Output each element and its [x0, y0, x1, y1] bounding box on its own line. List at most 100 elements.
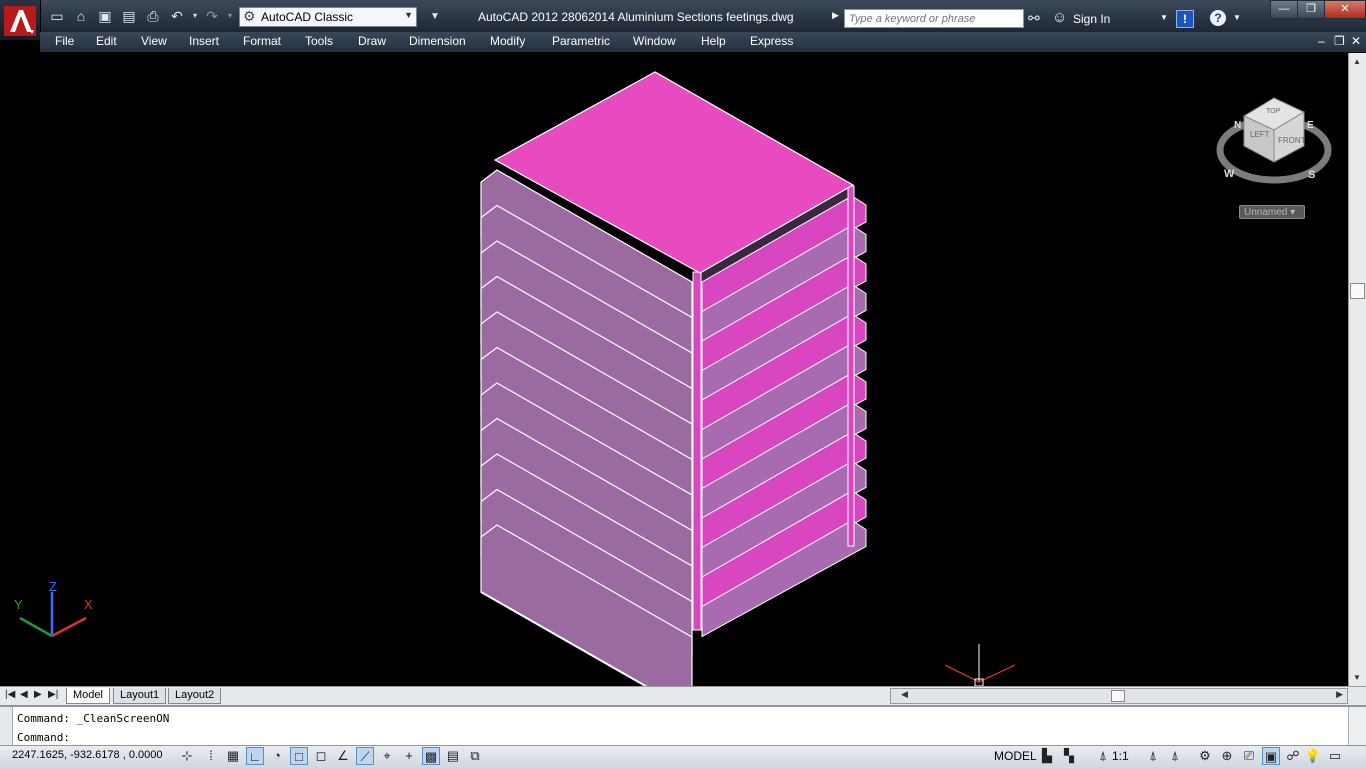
menu-dimension[interactable]: Dimension [409, 34, 466, 48]
annotation-scale-value[interactable]: 1:1 [1112, 749, 1129, 763]
3d-object-snap-icon[interactable]: ◻ [312, 747, 330, 765]
application-menu-button[interactable] [0, 0, 41, 40]
menu-draw[interactable]: Draw [358, 34, 386, 48]
command-scrollbar[interactable] [1348, 707, 1366, 745]
menu-express[interactable]: Express [750, 34, 793, 48]
plot-icon[interactable]: ⎙ [144, 8, 162, 24]
tab-model[interactable]: Model [66, 688, 110, 704]
help-dropdown-icon[interactable]: ▼ [1233, 13, 1241, 22]
save-icon[interactable]: ▣ [96, 8, 114, 24]
menu-modify[interactable]: Modify [490, 34, 525, 48]
compass-s-label[interactable]: S [1308, 169, 1315, 181]
close-button[interactable]: ✕ [1324, 0, 1366, 19]
transparency-icon[interactable]: ▩ [422, 747, 440, 765]
viewcube-left-label[interactable]: LEFT [1250, 130, 1270, 139]
horizontal-scroll-thumb[interactable] [1111, 690, 1125, 702]
customize-quick-access-icon[interactable]: ▼ [426, 8, 444, 26]
saveas-icon[interactable]: ▤ [120, 8, 138, 24]
search-input[interactable] [844, 9, 1024, 28]
vertical-scroll-thumb[interactable] [1350, 283, 1365, 299]
minimize-button[interactable]: — [1270, 0, 1298, 19]
workspace-select[interactable]: ⚙ AutoCAD Classic ▼ [239, 7, 417, 27]
user-icon[interactable]: ☺ [1052, 9, 1067, 26]
quick-view-layouts-icon[interactable]: ▙ [1038, 747, 1056, 765]
command-window: Command: _CleanScreenON Command: [0, 705, 1366, 747]
isolate-objects-icon[interactable]: ▣ [1262, 747, 1280, 765]
crosshair-cursor [944, 644, 1016, 687]
snap-mode-icon[interactable]: ⁞ [202, 747, 220, 765]
prev-tab-icon[interactable]: ◀ [20, 689, 28, 700]
lock-ui-icon[interactable]: ⊕ [1218, 747, 1236, 765]
quick-properties-icon[interactable]: ▤ [444, 747, 462, 765]
menu-help[interactable]: Help [701, 34, 726, 48]
search-expand-icon[interactable]: ▶ [832, 10, 839, 21]
scroll-left-icon[interactable]: ◀ [901, 689, 908, 700]
dynamic-input-icon[interactable]: ⌖ [378, 747, 396, 765]
undo-dropdown-icon[interactable]: ▾ [186, 8, 204, 24]
redo-icon[interactable]: ↷ [203, 8, 221, 24]
scroll-right-icon[interactable]: ▶ [1336, 689, 1343, 700]
scroll-up-icon[interactable]: ▲ [1353, 57, 1361, 66]
coordinates-display[interactable]: 2247.1625, -932.6178 , 0.0000 [12, 749, 162, 761]
menu-view[interactable]: View [141, 34, 167, 48]
doc-restore-button[interactable]: ❐ [1334, 34, 1345, 48]
maximize-button[interactable]: ❐ [1297, 0, 1325, 19]
workspace-switching-icon[interactable]: ⚙ [1196, 747, 1214, 765]
infer-constraints-icon[interactable]: ⊹ [178, 747, 196, 765]
compass-n-label[interactable]: N [1234, 120, 1241, 131]
model-space-toggle[interactable]: MODEL [994, 749, 1037, 763]
last-tab-icon[interactable]: ▶| [48, 689, 58, 700]
menu-format[interactable]: Format [243, 34, 281, 48]
front-corner-post [692, 271, 702, 631]
sign-in-dropdown-icon[interactable]: ▼ [1160, 13, 1168, 22]
lightbulb-icon[interactable]: 💡 [1304, 747, 1322, 765]
hardware-acceleration-icon[interactable]: ⎚ [1240, 747, 1258, 765]
vertical-scrollbar[interactable]: ▲ ▼ [1348, 53, 1366, 686]
sign-in-link[interactable]: Sign In [1073, 12, 1110, 26]
polar-tracking-icon[interactable]: ◔ [268, 747, 286, 765]
menu-parametric[interactable]: Parametric [552, 34, 610, 48]
communication-center-icon[interactable]: ☍ [1284, 747, 1302, 765]
help-icon[interactable]: ? [1210, 10, 1226, 26]
first-tab-icon[interactable]: |◀ [5, 689, 15, 700]
compass-w-label[interactable]: W [1224, 168, 1235, 180]
command-window-grip[interactable] [0, 707, 13, 745]
open-icon[interactable]: ⌂ [72, 8, 90, 24]
menu-edit[interactable]: Edit [96, 34, 117, 48]
annotation-scale-icon[interactable]: ⍋ [1094, 747, 1112, 765]
compass-e-label[interactable]: E [1307, 120, 1314, 131]
object-snap-tracking-icon[interactable]: ∠ [334, 747, 352, 765]
horizontal-scrollbar[interactable]: ◀ ▶ [890, 688, 1348, 704]
next-tab-icon[interactable]: ▶ [34, 689, 42, 700]
command-prompt[interactable]: Command: [17, 731, 70, 744]
ucs-menu-button[interactable]: Unnamed ▾ [1239, 205, 1305, 219]
tab-layout2[interactable]: Layout2 [168, 688, 222, 704]
viewcube-front-label[interactable]: FRONT [1278, 136, 1306, 145]
ortho-mode-icon[interactable]: ∟ [246, 747, 264, 765]
scroll-down-icon[interactable]: ▼ [1353, 673, 1361, 682]
dynamic-ucs-icon[interactable]: ⟋ [356, 747, 374, 765]
viewcube-top-label[interactable]: TOP [1266, 108, 1281, 115]
new-icon[interactable]: ▭ [48, 8, 66, 24]
menu-tools[interactable]: Tools [305, 34, 333, 48]
tab-layout1[interactable]: Layout1 [113, 688, 167, 704]
object-snap-icon[interactable]: □ [290, 747, 308, 765]
clean-screen-icon[interactable]: ▭ [1326, 747, 1344, 765]
auto-scale-icon[interactable]: ⍋ [1166, 747, 1184, 765]
menu-file[interactable]: File [55, 34, 74, 48]
drawing-canvas[interactable]: Z X Y TOP LEFT FRONT N E S W [0, 53, 1348, 701]
annotation-visibility-icon[interactable]: ⍋ [1144, 747, 1162, 765]
undo-icon[interactable]: ↶ [168, 8, 186, 24]
quick-view-drawings-icon[interactable]: ▚ [1060, 747, 1078, 765]
grid-display-icon[interactable]: ▦ [224, 747, 242, 765]
menu-insert[interactable]: Insert [189, 34, 219, 48]
redo-dropdown-icon[interactable]: ▾ [221, 8, 239, 24]
doc-close-button[interactable]: ✕ [1351, 34, 1361, 48]
exchange-icon[interactable]: ! [1176, 10, 1194, 28]
menu-window[interactable]: Window [633, 34, 676, 48]
selection-cycling-icon[interactable]: ⧉ [466, 747, 484, 765]
doc-minimize-button[interactable]: – [1318, 34, 1325, 48]
command-history: Command: _CleanScreenON [17, 712, 170, 725]
binoculars-icon[interactable]: ⚯ [1028, 10, 1040, 27]
lineweight-icon[interactable]: + [400, 747, 418, 765]
